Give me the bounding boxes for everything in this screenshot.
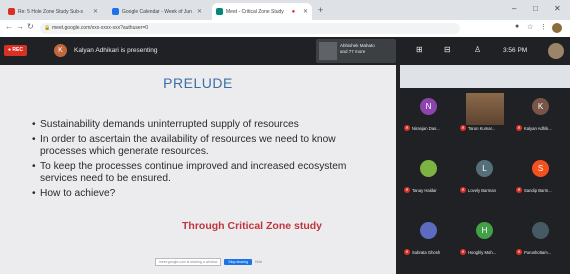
browser-tab-email[interactable]: Re: 5 Hole Zone Study Sub-s ✕ [4, 3, 102, 20]
profile-avatar[interactable] [552, 23, 562, 33]
sharing-notice-bar: meet.google.com is sharing a window Stop… [155, 258, 262, 266]
meet-icon [216, 8, 223, 15]
slide-bullet: Sustainability demands uninterrupted sup… [32, 119, 372, 132]
star-icon[interactable]: ☆ [527, 23, 533, 31]
close-window-button[interactable]: ✕ [554, 4, 561, 13]
participant-photo-avatar [532, 222, 549, 239]
mic-off-icon: ✕ [460, 249, 466, 255]
participant-name: Hooghly Moh... [468, 249, 497, 255]
tab-label: Re: 5 Hole Zone Study Sub-s [18, 8, 84, 15]
meeting-clock: 3:56 PM [503, 47, 528, 54]
address-bar[interactable]: 🔒 meet.google.com/xxx-xxxx-xxx?authuser=… [40, 23, 460, 34]
participant-avatar: K [532, 98, 549, 115]
participant-tile[interactable]: ✕ Subrata Ghosh [402, 216, 456, 260]
participant-photo-avatar [420, 222, 437, 239]
gmail-icon [8, 8, 15, 15]
participant-grid: N ✕ Niranjan Das... ✕ Tarun Kumar... K ✕ Ka… [400, 88, 570, 274]
sharing-notice-text: meet.google.com is sharing a window [155, 258, 222, 266]
slide-title: PRELUDE [163, 75, 233, 91]
mic-off-icon: ✕ [460, 125, 466, 131]
browser-tab-meet[interactable]: Meet - Critical Zone Study ● ✕ [212, 3, 312, 20]
presentation-stage: PRELUDE Sustainability demands uninterru… [0, 65, 400, 274]
stop-sharing-button[interactable]: Stop sharing [224, 259, 253, 265]
presenter-avatar: K [54, 44, 67, 57]
mic-off-icon: ✕ [516, 125, 522, 131]
mic-off-icon: ✕ [516, 249, 522, 255]
recording-badge: ● REC [4, 45, 27, 56]
hide-button[interactable]: Hide [255, 260, 262, 264]
browser-tab-strip: Re: 5 Hole Zone Study Sub-s ✕ Google Cal… [0, 0, 570, 20]
participant-name: Subrata Ghosh [412, 249, 441, 255]
participant-avatar: N [420, 98, 437, 115]
pinned-participant-tile[interactable]: Abhishek Mahato and 77 more [316, 39, 396, 63]
participant-avatar: L [476, 160, 493, 177]
mic-off-icon: ✕ [404, 187, 410, 193]
browser-tab-calendar[interactable]: Google Calendar - Week of Jun ✕ [108, 3, 206, 20]
new-tab-button[interactable]: + [318, 5, 323, 15]
participant-avatar: S [532, 160, 549, 177]
close-icon[interactable]: ✕ [300, 8, 308, 15]
meet-top-bar: ● REC K Kalyan Adhikari is presenting Ab… [0, 37, 570, 65]
participant-video [466, 93, 504, 125]
participant-thumbnail [319, 42, 337, 60]
participant-name: Tanay Haldar [412, 187, 437, 193]
minimize-button[interactable]: – [512, 4, 516, 13]
tab-label: Google Calendar - Week of Jun [122, 8, 192, 15]
participant-avatar: H [476, 222, 493, 239]
forward-icon[interactable]: → [16, 22, 24, 31]
participant-tile[interactable]: N ✕ Niranjan Das... [402, 92, 456, 136]
people-icon[interactable]: ♙ [474, 45, 481, 54]
extensions-icon[interactable]: ⋮ [540, 23, 547, 31]
reload-icon[interactable]: ↻ [27, 22, 34, 31]
back-icon[interactable]: ← [5, 22, 13, 31]
participant-tile[interactable]: ✕ Tarun Kumar... [458, 92, 512, 136]
calendar-icon [112, 8, 119, 15]
pinned-count: and 77 more [340, 49, 366, 54]
participant-tile[interactable]: ✕ Tanay Haldar [402, 154, 456, 198]
participant-name: Sandip Barm... [524, 187, 552, 193]
mic-off-icon: ✕ [516, 187, 522, 193]
layout-icon[interactable]: ⊞ [416, 45, 423, 54]
participant-tile[interactable]: S ✕ Sandip Barm... [514, 154, 568, 198]
tab-label: Meet - Critical Zone Study [226, 8, 284, 15]
participant-name: Kalyan Adhik... [524, 125, 552, 131]
participant-name: Niranjan Das... [412, 125, 440, 131]
grid-view-icon[interactable]: ⊟ [444, 45, 451, 54]
recording-dot-icon: ● [291, 8, 296, 15]
close-icon[interactable]: ✕ [90, 8, 98, 15]
close-icon[interactable]: ✕ [194, 8, 202, 15]
mic-off-icon: ✕ [460, 187, 466, 193]
slide-bullet: In order to ascertain the availability o… [32, 134, 372, 159]
lock-icon: 🔒 [44, 25, 51, 31]
slide-answer-text: Through Critical Zone study [182, 220, 323, 232]
url-text: meet.google.com/xxx-xxxx-xxx?authuser=0 [52, 25, 149, 31]
presenter-status: Kalyan Adhikari is presenting [74, 47, 158, 54]
mic-off-icon: ✕ [404, 125, 410, 131]
participant-name: Purushottam... [524, 249, 552, 255]
slide-bullet: How to achieve? [32, 188, 372, 201]
maximize-button[interactable]: □ [533, 4, 538, 13]
presented-slide: PRELUDE Sustainability demands uninterru… [0, 65, 396, 274]
camera-indicator-icon[interactable]: ● [515, 23, 519, 30]
participant-tile[interactable]: L ✕ Lovely Barman [458, 154, 512, 198]
participant-name: Lovely Barman [468, 187, 496, 193]
mic-off-icon: ✕ [404, 249, 410, 255]
browser-toolbar: ← → ↻ 🔒 meet.google.com/xxx-xxxx-xxx?aut… [0, 20, 570, 38]
participant-photo-avatar [420, 160, 437, 177]
participant-name: Tarun Kumar... [468, 125, 496, 131]
participant-tile[interactable]: H ✕ Hooghly Moh... [458, 216, 512, 260]
slide-bullet-list: Sustainability demands uninterrupted sup… [32, 119, 372, 202]
self-avatar[interactable] [548, 43, 564, 59]
participant-tile[interactable]: ✕ Purushottam... [514, 216, 568, 260]
participant-tile[interactable]: K ✕ Kalyan Adhik... [514, 92, 568, 136]
slide-bullet: To keep the processes continue improved … [32, 161, 372, 186]
